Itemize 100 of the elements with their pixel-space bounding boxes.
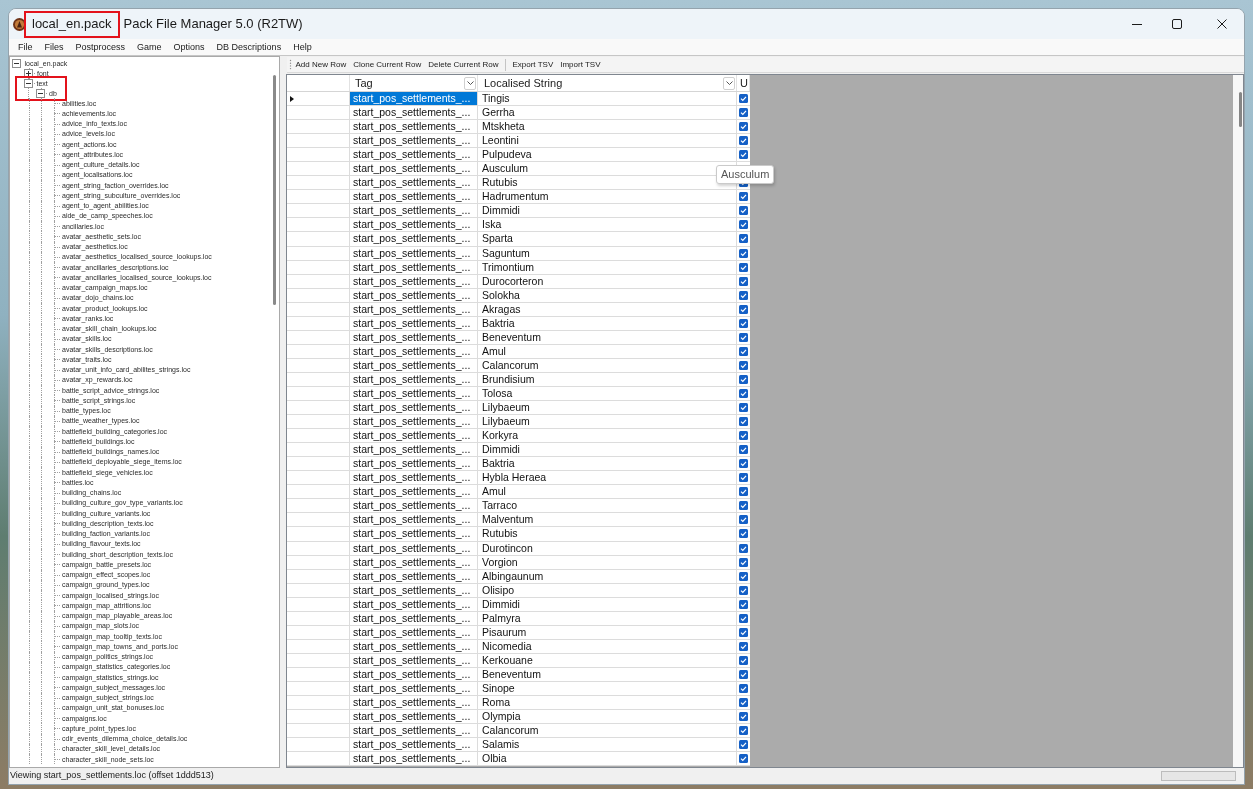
table-cell: start_pos_settlements_... xyxy=(350,653,478,667)
checkbox[interactable] xyxy=(739,290,748,300)
table-cell: Gerrha xyxy=(478,106,737,120)
checkbox[interactable] xyxy=(739,108,748,118)
checkbox[interactable] xyxy=(739,192,748,202)
checkbox[interactable] xyxy=(739,740,748,750)
toolbar-button[interactable]: Clone Current Row xyxy=(349,57,425,72)
checkbox[interactable] xyxy=(739,94,748,103)
checkbox[interactable] xyxy=(739,726,748,736)
grip-icon[interactable] xyxy=(289,59,292,70)
table-cell: start_pos_settlements_... xyxy=(350,330,478,344)
table-cell: start_pos_settlements_... xyxy=(350,204,478,218)
toolbar-button[interactable]: Import TSV xyxy=(556,57,605,72)
checkbox[interactable] xyxy=(739,515,748,525)
checkbox[interactable] xyxy=(739,669,748,679)
table-cell: Durocorteron xyxy=(478,274,737,288)
checkbox[interactable] xyxy=(739,613,748,623)
table-cell: Durotincon xyxy=(478,541,737,555)
table-cell: Roma xyxy=(478,696,737,710)
checkbox[interactable] xyxy=(739,712,748,722)
checkbox[interactable] xyxy=(739,459,748,469)
chevron-down-icon xyxy=(466,81,474,85)
checkbox[interactable] xyxy=(739,698,748,708)
checkbox[interactable] xyxy=(739,417,748,427)
checkbox[interactable] xyxy=(739,304,748,314)
checkbox[interactable] xyxy=(739,585,748,595)
table-cell: Tarraco xyxy=(478,499,737,513)
checkbox[interactable] xyxy=(739,206,748,216)
table-cell: start_pos_settlements_... xyxy=(350,471,478,485)
minus-box-icon[interactable] xyxy=(36,88,46,98)
checkbox[interactable] xyxy=(739,557,748,567)
checkbox[interactable] xyxy=(739,641,748,651)
checkbox[interactable] xyxy=(739,599,748,609)
table-cell: Vorgion xyxy=(478,555,737,569)
menu-item[interactable]: Postprocess xyxy=(69,41,132,53)
table-cell: Baktria xyxy=(478,457,737,471)
checkbox[interactable] xyxy=(739,276,748,286)
table-cell: Brundisium xyxy=(478,372,737,386)
table-cell: start_pos_settlements_... xyxy=(350,443,478,457)
column-header[interactable]: Tag xyxy=(350,75,478,91)
menu-item[interactable]: Files xyxy=(38,41,70,53)
table-cell: start_pos_settlements_... xyxy=(350,499,478,513)
checkbox[interactable] xyxy=(739,318,748,328)
table-cell: start_pos_settlements_... xyxy=(350,611,478,625)
table-cell: Rutubis xyxy=(478,527,737,541)
checkbox[interactable] xyxy=(739,431,748,441)
table-cell: Lilybaeum xyxy=(478,401,737,415)
checkbox[interactable] xyxy=(739,136,748,146)
checkbox[interactable] xyxy=(739,403,748,413)
table-cell: start_pos_settlements_... xyxy=(350,387,478,401)
checkbox[interactable] xyxy=(739,220,748,230)
checkbox[interactable] xyxy=(739,332,748,342)
checkbox[interactable] xyxy=(739,501,748,511)
minus-box-icon[interactable] xyxy=(11,58,21,68)
toolbar-button[interactable]: Add New Row xyxy=(292,57,350,72)
scrollbar-thumb[interactable] xyxy=(273,75,276,305)
menu-item[interactable]: DB Descriptions xyxy=(210,41,288,53)
minus-box-icon[interactable] xyxy=(23,78,33,88)
dropdown-button[interactable] xyxy=(464,76,476,90)
checkbox[interactable] xyxy=(739,571,748,581)
checkbox[interactable] xyxy=(739,754,748,764)
checkbox[interactable] xyxy=(739,374,748,384)
column-header[interactable]: Localised String xyxy=(478,75,737,91)
menu-item[interactable]: File xyxy=(12,41,39,53)
dropdown-button[interactable] xyxy=(723,76,735,90)
checkbox[interactable] xyxy=(739,487,748,497)
table-cell: Sinope xyxy=(478,681,737,695)
table-cell: start_pos_settlements_... xyxy=(350,415,478,429)
toolbar-button[interactable]: Export TSV xyxy=(508,57,557,72)
checkbox[interactable] xyxy=(739,543,748,553)
checkbox[interactable] xyxy=(739,473,748,483)
checkbox[interactable] xyxy=(739,627,748,637)
table-cell: start_pos_settlements_... xyxy=(350,724,478,738)
plus-box-icon[interactable] xyxy=(24,68,34,78)
round-emblem-icon xyxy=(13,17,26,31)
menu-item[interactable]: Options xyxy=(167,41,211,53)
table-cell: start_pos_settlements_... xyxy=(350,148,478,162)
table-cell: start_pos_settlements_... xyxy=(350,639,478,653)
checkbox[interactable] xyxy=(739,529,748,539)
menu-item[interactable]: Help xyxy=(287,41,318,53)
table-cell: start_pos_settlements_... xyxy=(350,358,478,372)
table-cell: Leontini xyxy=(478,134,737,148)
checkbox[interactable] xyxy=(739,445,748,455)
checkbox[interactable] xyxy=(739,655,748,665)
table-cell: Trimontium xyxy=(478,260,737,274)
scrollbar-thumb[interactable] xyxy=(1239,92,1242,127)
checkbox[interactable] xyxy=(739,150,748,160)
checkbox[interactable] xyxy=(739,262,748,272)
checkbox[interactable] xyxy=(739,684,748,693)
toolbar-button[interactable]: Delete Current Row xyxy=(424,57,502,72)
checkbox[interactable] xyxy=(739,389,748,398)
checkbox[interactable] xyxy=(739,346,748,356)
checkbox[interactable] xyxy=(739,122,748,132)
checkbox[interactable] xyxy=(739,234,748,244)
column-header[interactable]: U xyxy=(737,75,750,91)
checkbox[interactable] xyxy=(739,360,748,370)
menu-item[interactable]: Game xyxy=(131,41,168,53)
table-cell: Dimmidi xyxy=(478,597,737,611)
window-title: local_en.pack xyxy=(32,15,112,34)
checkbox[interactable] xyxy=(739,248,748,258)
